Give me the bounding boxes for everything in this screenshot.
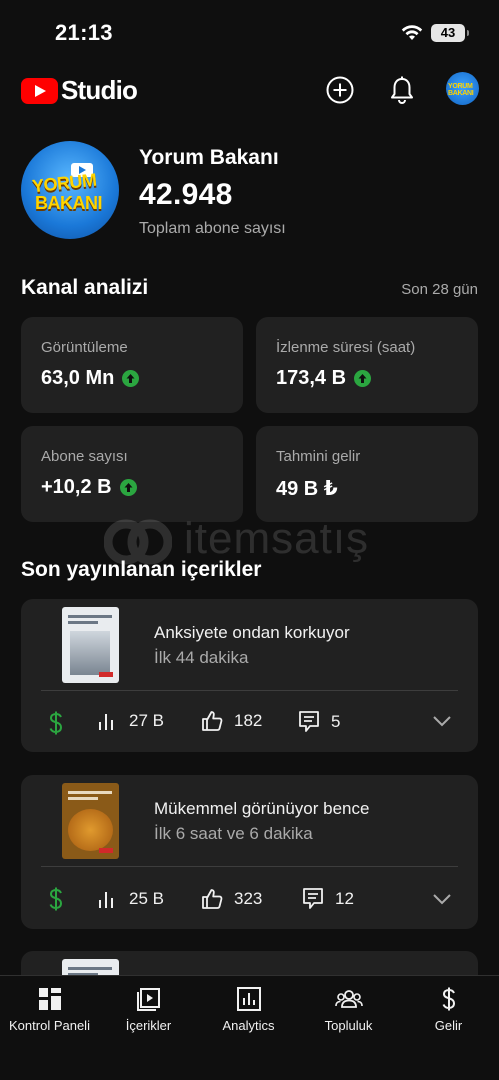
nav-analytics[interactable]: Analytics xyxy=(199,986,298,1033)
content-card[interactable]: Anksiyete ondan korkuyor İlk 44 dakika 2… xyxy=(21,599,478,752)
status-bar: 21:13 43 xyxy=(0,0,499,62)
content-subtitle: İlk 6 saat ve 6 dakika xyxy=(154,824,313,843)
create-button[interactable] xyxy=(322,72,358,108)
content-title: Anksiyete ondan korkuyor xyxy=(154,623,350,642)
monetization-status xyxy=(48,710,64,736)
recent-section-title: Son yayınlanan içerikler xyxy=(21,558,262,581)
content-subtitle: İlk 44 dakika xyxy=(154,648,249,667)
likes-stat: 182 xyxy=(200,709,262,733)
nav-label: Kontrol Paneli xyxy=(9,1018,90,1033)
likes-stat: 323 xyxy=(200,887,262,911)
comments-count: 12 xyxy=(335,889,354,908)
dollar-icon xyxy=(49,887,63,911)
thumbs-up-icon xyxy=(202,711,223,731)
views-count: 25 B xyxy=(129,889,164,908)
views-stat: 25 B xyxy=(97,888,164,910)
monetization-status xyxy=(48,886,64,912)
nav-community[interactable]: Topluluk xyxy=(299,986,398,1033)
metric-card-views[interactable]: Görüntüleme 63,0 Mn xyxy=(21,317,243,413)
comments-stat: 12 xyxy=(301,886,354,912)
content-card[interactable]: Mükemmel görünüyor bence İlk 6 saat ve 6… xyxy=(21,775,478,929)
divider xyxy=(41,866,458,867)
subscriber-caption: Toplam abone sayısı xyxy=(139,220,286,237)
metric-label: Tahmini gelir xyxy=(276,448,361,465)
analytics-section-title: Kanal analizi xyxy=(21,276,149,299)
dashboard-icon xyxy=(38,988,61,1010)
plus-circle-icon xyxy=(326,76,354,104)
metric-label: Abone sayısı xyxy=(41,448,128,465)
metric-label: Görüntüleme xyxy=(41,339,128,356)
metric-card-revenue[interactable]: Tahmini gelir 49 B ₺ xyxy=(256,426,478,522)
analytics-period[interactable]: Son 28 gün xyxy=(401,281,478,298)
content-icon xyxy=(136,988,160,1011)
account-avatar[interactable]: YORUM BAKANI xyxy=(446,72,479,105)
video-thumbnail xyxy=(62,783,119,859)
nav-label: Analytics xyxy=(222,1018,275,1033)
community-icon xyxy=(334,990,363,1008)
nav-label: Topluluk xyxy=(324,1018,373,1033)
metric-card-watch-time[interactable]: İzlenme süresi (saat) 173,4 B xyxy=(256,317,478,413)
metric-value: +10,2 B xyxy=(41,476,112,498)
likes-count: 182 xyxy=(234,711,263,730)
watermark-text: itemsatış xyxy=(184,514,370,563)
chevron-down-icon[interactable] xyxy=(433,715,451,727)
views-stat: 27 B xyxy=(97,710,164,732)
wifi-icon xyxy=(401,25,423,40)
comment-icon xyxy=(299,711,319,732)
divider xyxy=(41,690,458,691)
nav-label: Gelir xyxy=(434,1018,463,1033)
trend-up-icon xyxy=(119,479,137,496)
nav-earn[interactable]: Gelir xyxy=(399,986,498,1033)
account-avatar-text: YORUM BAKANI xyxy=(448,83,474,97)
nav-label: İçerikler xyxy=(125,1018,172,1033)
metric-card-subscribers[interactable]: Abone sayısı +10,2 B xyxy=(21,426,243,522)
comments-count: 5 xyxy=(331,712,341,731)
bottom-navigation: Kontrol Paneli İçerikler Analytics Toplu… xyxy=(0,975,499,1080)
metric-label: İzlenme süresi (saat) xyxy=(276,339,416,356)
bell-icon xyxy=(391,76,413,104)
status-time: 21:13 xyxy=(55,20,113,45)
likes-count: 323 xyxy=(234,889,263,908)
youtube-logo-icon xyxy=(21,78,58,104)
battery-indicator: 43 xyxy=(431,24,469,42)
channel-avatar-text-bottom: BAKANI xyxy=(35,193,103,213)
metric-value: 63,0 Mn xyxy=(41,367,115,389)
app-header: Studio YORUM BAKANI xyxy=(0,70,499,110)
brand-title: Studio xyxy=(61,75,138,105)
trend-up-icon xyxy=(354,370,372,387)
metric-value: 173,4 B xyxy=(276,367,347,389)
channel-name: Yorum Bakanı xyxy=(139,146,279,169)
nav-dashboard[interactable]: Kontrol Paneli xyxy=(0,986,99,1033)
channel-avatar: YORUM BAKANI xyxy=(21,141,119,239)
dollar-icon xyxy=(49,711,63,735)
notifications-button[interactable] xyxy=(384,72,420,108)
video-thumbnail xyxy=(62,607,119,683)
nav-content[interactable]: İçerikler xyxy=(99,986,198,1033)
metric-value: 49 B ₺ xyxy=(276,478,338,500)
trend-up-icon xyxy=(122,370,140,387)
thumbs-up-icon xyxy=(202,889,223,909)
dollar-icon xyxy=(442,987,455,1011)
analytics-icon xyxy=(236,987,261,1011)
comments-stat: 5 xyxy=(297,709,340,735)
subscriber-count: 42.948 xyxy=(139,178,233,211)
bar-chart-icon xyxy=(99,714,113,730)
chevron-down-icon[interactable] xyxy=(433,893,451,905)
bar-chart-icon xyxy=(99,892,113,908)
content-title: Mükemmel görünüyor bence xyxy=(154,799,370,818)
views-count: 27 B xyxy=(129,711,164,730)
comment-icon xyxy=(303,888,323,909)
